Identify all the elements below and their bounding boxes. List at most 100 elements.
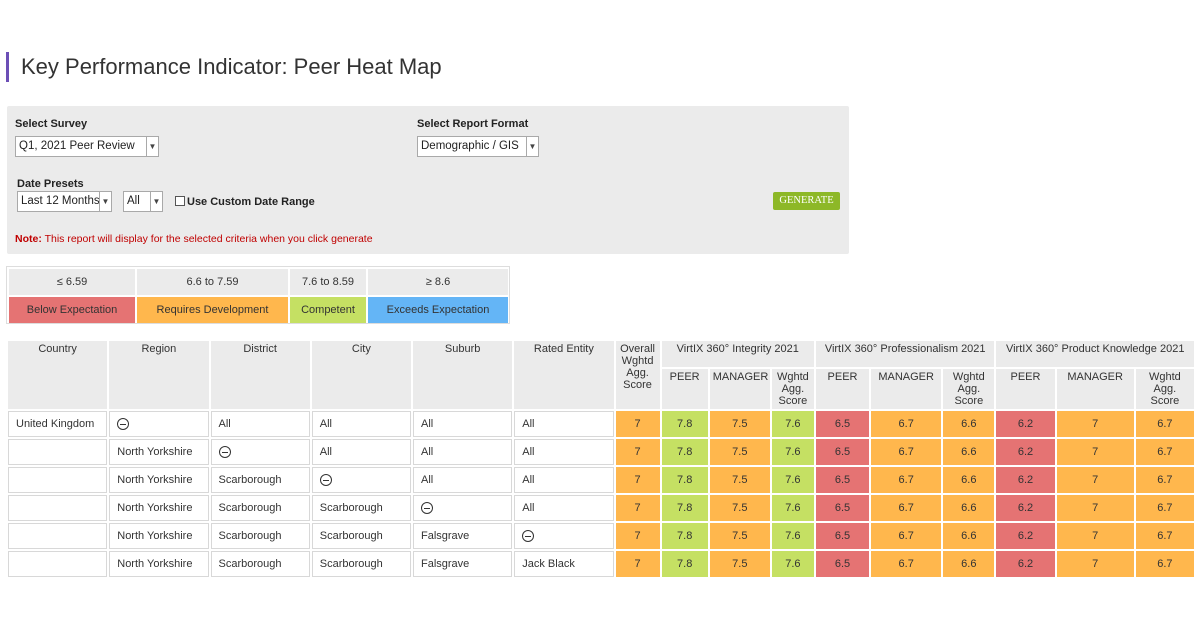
score-cell: 6.7 xyxy=(871,411,942,437)
cell-suburb: Falsgrave xyxy=(413,551,513,577)
score-cell: 7.6 xyxy=(771,551,814,577)
custom-date-range-label: Use Custom Date Range xyxy=(187,196,315,208)
cell-city: All xyxy=(311,411,411,437)
score-cell: 6.6 xyxy=(943,411,995,437)
score-cell: 6.7 xyxy=(871,439,942,465)
legend-swatch: Competent xyxy=(290,297,366,323)
score-cell: 7.8 xyxy=(661,523,708,549)
survey-select-value: Q1, 2021 Peer Review xyxy=(19,140,135,152)
col-header-city: City xyxy=(311,341,411,409)
cell-district[interactable] xyxy=(210,439,310,465)
overall-score-cell: 7 xyxy=(615,467,660,493)
cell-region: North Yorkshire xyxy=(109,439,209,465)
chevron-down-icon: ▼ xyxy=(526,137,538,156)
score-cell: 7.8 xyxy=(661,411,708,437)
cell-entity: Jack Black xyxy=(514,551,614,577)
score-cell: 7.6 xyxy=(771,439,814,465)
date-presets-label: Date Presets xyxy=(17,178,84,190)
cell-district: Scarborough xyxy=(210,523,310,549)
cell-suburb[interactable] xyxy=(413,495,513,521)
score-cell: 6.7 xyxy=(1135,495,1194,521)
score-cell: 6.5 xyxy=(815,439,870,465)
col-header-country: Country xyxy=(8,341,108,409)
score-cell: 6.5 xyxy=(815,411,870,437)
custom-date-range-checkbox[interactable] xyxy=(175,196,185,206)
cell-district: All xyxy=(210,411,310,437)
survey-select[interactable]: Q1, 2021 Peer Review ▼ xyxy=(15,136,159,157)
col-header-region: Region xyxy=(109,341,209,409)
cell-region: North Yorkshire xyxy=(109,551,209,577)
collapse-icon[interactable] xyxy=(117,418,130,431)
period-select[interactable]: All ▼ xyxy=(123,191,163,212)
col-header-peer: PEER xyxy=(996,369,1055,409)
score-cell: 7.5 xyxy=(709,551,770,577)
cell-district: Scarborough xyxy=(210,495,310,521)
score-cell: 7.8 xyxy=(661,551,708,577)
legend-range: ≥ 8.6 xyxy=(368,269,508,295)
custom-date-range-option[interactable]: Use Custom Date Range xyxy=(175,196,315,208)
score-cell: 6.2 xyxy=(996,523,1055,549)
cell-city: Scarborough xyxy=(311,523,411,549)
table-row[interactable]: North Yorkshire All All All 7 7.8 7.5 7.6 6.5 6.7… xyxy=(8,439,1194,465)
report-format-label: Select Report Format xyxy=(417,118,529,130)
score-cell: 6.7 xyxy=(871,467,942,493)
page-title: Key Performance Indicator: Peer Heat Map xyxy=(6,52,442,82)
score-cell: 7 xyxy=(1056,439,1134,465)
generate-button[interactable]: GENERATE xyxy=(773,192,840,210)
cell-region: North Yorkshire xyxy=(109,495,209,521)
table-row[interactable]: North Yorkshire Scarborough Scarborough Fal… xyxy=(8,523,1194,549)
cell-city: All xyxy=(311,439,411,465)
cell-district: Scarborough xyxy=(210,551,310,577)
cell-region: North Yorkshire xyxy=(109,467,209,493)
score-cell: 6.2 xyxy=(996,495,1055,521)
score-cell: 7 xyxy=(1056,495,1134,521)
cell-city[interactable] xyxy=(311,467,411,493)
collapse-icon[interactable] xyxy=(319,474,332,487)
cell-entity: All xyxy=(514,467,614,493)
score-cell: 6.7 xyxy=(871,551,942,577)
cell-entity[interactable] xyxy=(514,523,614,549)
cell-suburb: Falsgrave xyxy=(413,523,513,549)
group-header-professionalism: VirtIX 360° Professionalism 2021 xyxy=(815,341,995,367)
note-prefix: Note: xyxy=(15,233,42,245)
score-cell: 7.8 xyxy=(661,439,708,465)
score-cell: 6.5 xyxy=(815,467,870,493)
score-cell: 7 xyxy=(1056,411,1134,437)
legend-range: 7.6 to 8.59 xyxy=(290,269,366,295)
col-header-district: District xyxy=(210,341,310,409)
date-preset-select[interactable]: Last 12 Months ▼ xyxy=(17,191,112,212)
overall-score-cell: 7 xyxy=(615,495,660,521)
report-format-select[interactable]: Demographic / GIS ▼ xyxy=(417,136,539,157)
col-header-manager: MANAGER xyxy=(1056,369,1134,409)
filter-panel: Select Survey Q1, 2021 Peer Review ▼ Sel… xyxy=(7,106,849,254)
score-cell: 6.6 xyxy=(943,523,995,549)
legend-range: 6.6 to 7.59 xyxy=(137,269,288,295)
note-message: This report will display for the selecte… xyxy=(41,233,373,245)
cell-country xyxy=(8,467,108,493)
score-cell: 7.8 xyxy=(661,495,708,521)
score-cell: 7.6 xyxy=(771,523,814,549)
table-row[interactable]: United Kingdom All All All All 7 7.8 7.5 7.6 6.5 6… xyxy=(8,411,1194,437)
survey-label: Select Survey xyxy=(15,118,88,130)
score-cell: 6.2 xyxy=(996,439,1055,465)
table-row[interactable]: North Yorkshire Scarborough All All 7 7.8 7.5 7… xyxy=(8,467,1194,493)
score-cell: 6.5 xyxy=(815,495,870,521)
cell-country xyxy=(8,495,108,521)
collapse-icon[interactable] xyxy=(218,446,231,459)
overall-score-cell: 7 xyxy=(615,411,660,437)
cell-suburb: All xyxy=(413,467,513,493)
legend-range: ≤ 6.59 xyxy=(9,269,135,295)
score-cell: 6.2 xyxy=(996,551,1055,577)
score-cell: 7.6 xyxy=(771,467,814,493)
col-header-manager: MANAGER xyxy=(709,369,770,409)
date-preset-select-value: Last 12 Months xyxy=(21,195,100,207)
collapse-icon[interactable] xyxy=(522,530,535,543)
overall-score-cell: 7 xyxy=(615,523,660,549)
cell-country xyxy=(8,439,108,465)
cell-region[interactable] xyxy=(109,411,209,437)
col-header-wghtd-agg: Wghtd Agg. Score xyxy=(771,369,814,409)
collapse-icon[interactable] xyxy=(421,502,433,515)
table-row[interactable]: North Yorkshire Scarborough Scarborough All… xyxy=(8,495,1194,521)
table-row[interactable]: North Yorkshire Scarborough Scarborough Fal… xyxy=(8,551,1194,577)
cell-suburb: All xyxy=(413,411,513,437)
